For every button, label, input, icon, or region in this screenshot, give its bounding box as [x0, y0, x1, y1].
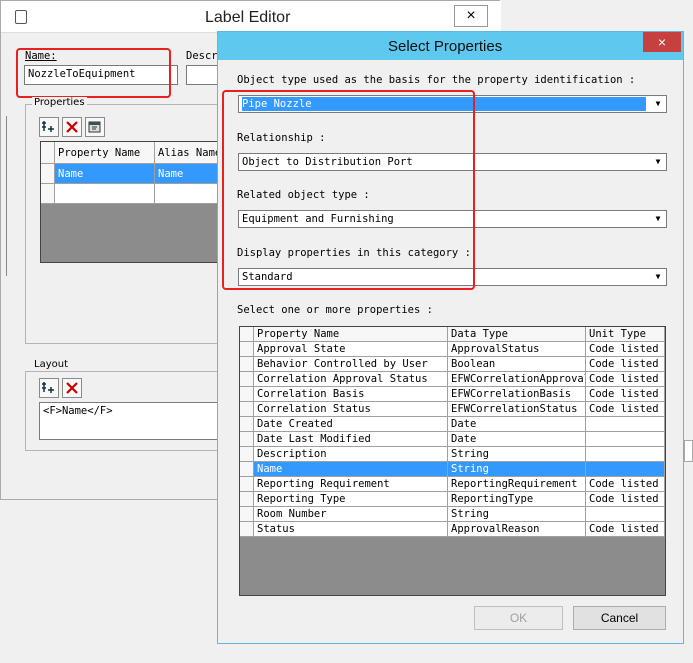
window-title: Label Editor	[205, 9, 291, 26]
property-name-cell[interactable]: Description	[254, 447, 448, 462]
layout-field[interactable]: <F>Name</F>	[39, 402, 225, 440]
properties-icon[interactable]	[85, 117, 105, 137]
select-properties-dialog: Select Properties × Object type used as …	[217, 31, 684, 644]
delete-icon[interactable]	[62, 378, 82, 398]
column-header[interactable]: Unit Type	[586, 327, 665, 342]
property-name-cell[interactable]: Room Number	[254, 507, 448, 522]
row-header[interactable]	[240, 417, 254, 432]
data-type-cell[interactable]: String	[448, 447, 586, 462]
object-type-label: Object type used as the basis for the pr…	[237, 74, 636, 86]
unit-type-cell[interactable]	[586, 417, 665, 432]
property-name-cell[interactable]: Approval State	[254, 342, 448, 357]
unit-type-cell[interactable]: Code listed	[586, 492, 665, 507]
dialog-titlebar: Select Properties ×	[218, 32, 683, 60]
cancel-button[interactable]: Cancel	[573, 606, 666, 630]
data-type-cell[interactable]: ReportingType	[448, 492, 586, 507]
row-header[interactable]	[240, 372, 254, 387]
dialog-title: Select Properties	[388, 38, 503, 55]
data-type-cell[interactable]: ApprovalReason	[448, 522, 586, 537]
data-type-cell[interactable]: String	[448, 462, 586, 477]
new-row-cell[interactable]	[55, 184, 155, 204]
property-name-cell[interactable]: Date Created	[254, 417, 448, 432]
data-type-cell[interactable]: String	[448, 507, 586, 522]
property-name-cell[interactable]: Correlation Status	[254, 402, 448, 417]
unit-type-cell[interactable]	[586, 447, 665, 462]
column-header[interactable]: Data Type	[448, 327, 586, 342]
row-header[interactable]	[240, 387, 254, 402]
layout-group-label: Layout	[32, 359, 70, 370]
properties-group-label: Properties	[32, 97, 87, 108]
grid-corner	[41, 142, 55, 164]
column-header[interactable]: Alias Name	[155, 142, 225, 164]
unit-type-cell[interactable]: Code listed	[586, 342, 665, 357]
property-name-cell[interactable]: Behavior Controlled by User	[254, 357, 448, 372]
unit-type-cell[interactable]	[586, 462, 665, 477]
property-name-cell[interactable]: Reporting Requirement	[254, 477, 448, 492]
background-scrollbar-fragment	[684, 440, 693, 462]
data-type-cell[interactable]: EFWCorrelationStatus	[448, 402, 586, 417]
close-icon[interactable]: ×	[643, 32, 681, 52]
delete-icon[interactable]	[62, 117, 82, 137]
unit-type-cell[interactable]: Code listed	[586, 522, 665, 537]
unit-type-cell[interactable]	[586, 507, 665, 522]
property-name-cell[interactable]: Name	[254, 462, 448, 477]
property-name-cell[interactable]: Status	[254, 522, 448, 537]
row-header[interactable]	[41, 184, 55, 204]
data-type-cell[interactable]: EFWCorrelationApproval	[448, 372, 586, 387]
unit-type-cell[interactable]: Code listed	[586, 477, 665, 492]
data-type-cell[interactable]: Date	[448, 417, 586, 432]
row-header[interactable]	[240, 522, 254, 537]
property-name-cell[interactable]: Name	[55, 164, 155, 184]
column-header[interactable]: Property Name	[254, 327, 448, 342]
unit-type-cell[interactable]: Code listed	[586, 372, 665, 387]
new-row-cell[interactable]	[155, 184, 225, 204]
row-header[interactable]	[41, 164, 55, 184]
insert-field-icon[interactable]	[39, 378, 59, 398]
row-header[interactable]	[240, 507, 254, 522]
unit-type-cell[interactable]	[586, 432, 665, 447]
ok-button[interactable]: OK	[474, 606, 563, 630]
properties-grid: Property Name Alias Name Name Name	[40, 141, 226, 263]
chevron-down-icon[interactable]: ▼	[651, 212, 665, 226]
property-name-cell[interactable]: Date Last Modified	[254, 432, 448, 447]
data-type-cell[interactable]: EFWCorrelationBasis	[448, 387, 586, 402]
chevron-down-icon[interactable]: ▼	[651, 155, 665, 169]
data-type-cell[interactable]: Date	[448, 432, 586, 447]
close-icon[interactable]: ×	[454, 5, 488, 27]
grid-corner	[240, 327, 254, 342]
row-header[interactable]	[240, 462, 254, 477]
property-name-cell[interactable]: Reporting Type	[254, 492, 448, 507]
unit-type-cell[interactable]: Code listed	[586, 387, 665, 402]
property-name-cell[interactable]: Correlation Basis	[254, 387, 448, 402]
row-header[interactable]	[240, 492, 254, 507]
property-name-cell[interactable]: Correlation Approval Status	[254, 372, 448, 387]
add-property-icon[interactable]	[39, 117, 59, 137]
unit-type-cell[interactable]: Code listed	[586, 402, 665, 417]
chevron-down-icon[interactable]: ▼	[651, 270, 665, 284]
data-type-cell[interactable]: ReportingRequirement	[448, 477, 586, 492]
alias-name-cell[interactable]: Name	[155, 164, 225, 184]
data-type-cell[interactable]: ApprovalStatus	[448, 342, 586, 357]
highlight-box	[222, 90, 475, 290]
row-header[interactable]	[240, 357, 254, 372]
data-type-cell[interactable]: Boolean	[448, 357, 586, 372]
row-header[interactable]	[240, 477, 254, 492]
column-header[interactable]: Property Name	[55, 142, 155, 164]
row-header[interactable]	[240, 432, 254, 447]
app-icon	[15, 10, 27, 24]
label-editor-titlebar: Label Editor ×	[1, 1, 501, 33]
select-properties-label: Select one or more properties :	[237, 304, 433, 316]
unit-type-cell[interactable]: Code listed	[586, 357, 665, 372]
row-header[interactable]	[240, 402, 254, 417]
chevron-down-icon[interactable]: ▼	[651, 97, 665, 111]
properties-list: Property Name Data Type Unit Type Approv…	[239, 326, 666, 596]
row-header[interactable]	[240, 342, 254, 357]
row-header[interactable]	[240, 447, 254, 462]
left-pane-edge	[1, 116, 7, 276]
highlight-box	[16, 48, 171, 98]
